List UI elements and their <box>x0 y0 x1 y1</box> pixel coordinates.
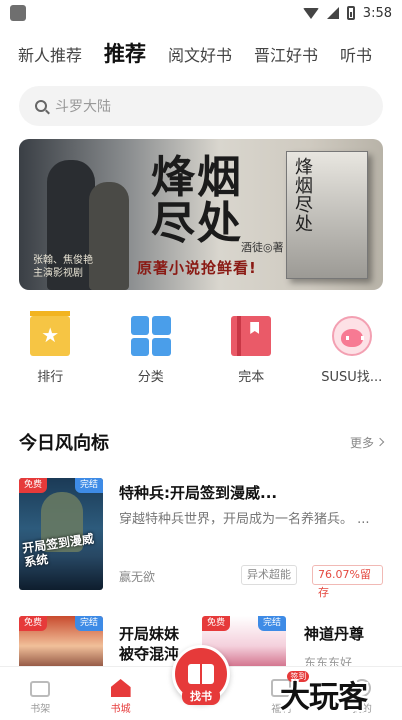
book-author: 赢无欲 <box>119 570 156 584</box>
tab-yuewen[interactable]: 阅文好书 <box>168 42 232 74</box>
free-badge: 免费 <box>19 616 47 631</box>
search-icon <box>35 100 47 112</box>
susu-mascot-icon <box>331 316 372 356</box>
search-input[interactable]: 斗罗大陆 <box>55 96 111 116</box>
find-book-button[interactable]: 找书 <box>172 645 231 705</box>
battery-icon <box>346 6 355 20</box>
search-bar[interactable]: 斗罗大陆 <box>19 86 383 126</box>
finished-book-icon <box>231 316 272 356</box>
more-link[interactable]: 更多 <box>350 434 385 451</box>
chevron-right-icon <box>375 437 385 447</box>
banner-author: 酒徒◎著 <box>241 241 284 254</box>
watermark-logo: 大玩客 <box>280 680 368 715</box>
book-description: 穿越特种兵世界，开局成为一名养猪兵。 ... <box>119 512 370 527</box>
banner-slogan: 原著小说抢鲜看! <box>137 259 257 277</box>
tab-recommend[interactable]: 推荐 <box>104 38 146 74</box>
category-shortcuts: 排行 分类 完本 SUSU找... <box>0 311 402 394</box>
nav-find-book[interactable]: 找书 <box>161 645 241 720</box>
book-title[interactable]: 神道丹尊 <box>304 624 364 644</box>
book-cover[interactable]: 免费 完结 <box>19 616 103 666</box>
banner-title: 烽烟 尽处 <box>151 152 243 249</box>
banner-cast-text: 张翰、焦俊艳 主演影视剧 <box>33 255 93 279</box>
nav-bookshelf[interactable]: 书架 <box>0 667 80 720</box>
cellular-icon <box>326 7 339 19</box>
status-bar: 3:58 <box>0 0 402 26</box>
book-title[interactable]: 开局妹妹 被夺混沌 <box>119 624 179 664</box>
section-title: 今日风向标 <box>19 433 109 454</box>
retention-tag: 76.07%留存 <box>312 565 383 599</box>
category-susu[interactable]: SUSU找... <box>302 316 402 394</box>
tab-audiobook[interactable]: 听书 <box>340 42 372 74</box>
top-tab-bar: 新人推荐 推荐 阅文好书 晋江好书 听书 <box>0 34 402 74</box>
nav-bookstore[interactable]: 书城 <box>80 667 160 720</box>
finished-badge: 完结 <box>258 616 286 631</box>
open-book-icon <box>188 664 215 684</box>
wifi-icon <box>302 7 319 19</box>
finished-badge: 完结 <box>75 616 103 631</box>
status-time: 3:58 <box>362 5 392 21</box>
bookstore-home-icon <box>110 679 131 697</box>
category-grid-icon <box>130 316 171 356</box>
category-ranking[interactable]: 排行 <box>0 311 101 394</box>
promo-banner[interactable]: 张翰、焦俊艳 主演影视剧 烽烟 尽处 酒徒◎著 原著小说抢鲜看! 烽烟尽处 <box>19 139 383 290</box>
free-badge: 免费 <box>202 616 230 631</box>
genre-tag: 异术超能 <box>241 565 297 585</box>
book-title[interactable]: 特种兵:开局签到漫威... <box>119 482 383 503</box>
banner-book-cover: 烽烟尽处 <box>286 151 368 279</box>
status-icons: 3:58 <box>302 5 392 21</box>
book-author: 东东东好 <box>304 656 353 666</box>
bookshelf-icon <box>30 681 51 697</box>
ranking-icon <box>30 311 71 356</box>
tab-jinjiang[interactable]: 晋江好书 <box>254 42 318 74</box>
section-header: 今日风向标 更多 <box>19 428 385 456</box>
featured-book-card[interactable]: 开局签到漫威系统 免费 完结 特种兵:开局签到漫威... 穿越特种兵世界，开局成… <box>19 478 383 599</box>
category-finished[interactable]: 完本 <box>201 316 302 394</box>
notification-icon <box>10 5 26 21</box>
finished-badge: 完结 <box>75 478 103 493</box>
tab-newbie[interactable]: 新人推荐 <box>18 42 82 74</box>
free-badge: 免费 <box>19 478 47 493</box>
book-cover[interactable]: 开局签到漫威系统 免费 完结 <box>19 478 103 590</box>
category-classify[interactable]: 分类 <box>101 316 202 394</box>
